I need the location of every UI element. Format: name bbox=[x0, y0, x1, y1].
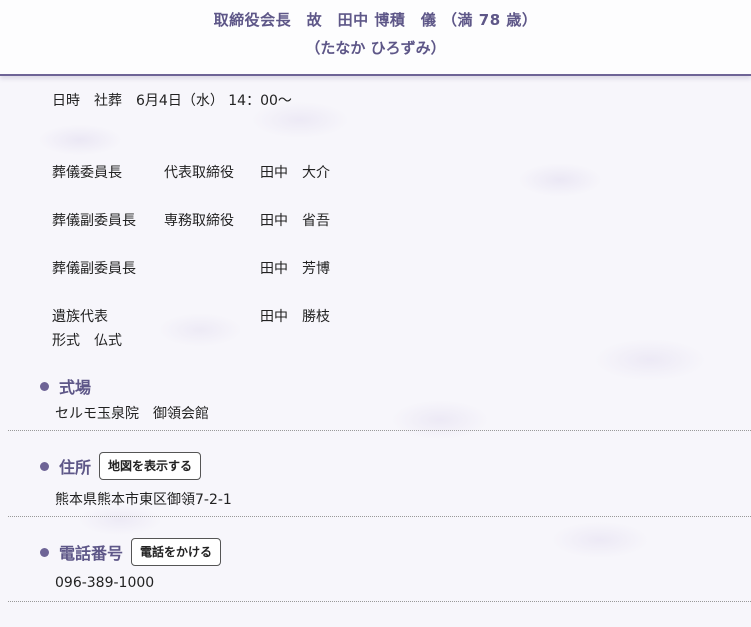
divider bbox=[8, 601, 751, 602]
role-label: 葬儀委員長 bbox=[52, 165, 122, 181]
role-label: 葬儀副委員長 bbox=[52, 213, 136, 229]
bullet-icon bbox=[40, 381, 49, 391]
page-header: 取締役会長 故 田中 博積 儀 （満 78 歳） （たなか ひろずみ） bbox=[0, 0, 751, 76]
divider bbox=[8, 430, 751, 431]
address-value: 熊本県熊本市東区御領7-2-1 bbox=[55, 492, 232, 508]
deceased-title: 取締役会長 故 田中 博積 儀 （満 78 歳） bbox=[213, 11, 538, 29]
role-name: 田中 勝枝 bbox=[260, 309, 330, 325]
bullet-icon bbox=[40, 547, 49, 557]
datetime-text: 日時 社葬 6月4日（水） 14：00～ bbox=[52, 93, 292, 109]
address-heading: 住所 地図を表示する bbox=[40, 452, 202, 480]
phone-label: 電話番号 bbox=[59, 544, 124, 563]
bullet-icon bbox=[40, 461, 49, 471]
venue-value: セルモ玉泉院 御領会館 bbox=[55, 406, 209, 422]
ceremony-form: 形式 仏式 bbox=[52, 333, 122, 349]
venue-label: 式場 bbox=[59, 378, 92, 397]
role-name: 田中 芳博 bbox=[260, 261, 330, 277]
role-name: 田中 大介 bbox=[260, 165, 330, 181]
venue-heading: 式場 bbox=[40, 374, 91, 398]
role-label: 葬儀副委員長 bbox=[52, 261, 136, 277]
phone-value: 096-389-1000 bbox=[55, 575, 155, 591]
phone-heading: 電話番号 電話をかける bbox=[40, 538, 222, 566]
role-title: 専務取締役 bbox=[164, 213, 234, 229]
show-map-button[interactable]: 地図を表示する bbox=[99, 452, 202, 480]
address-label: 住所 bbox=[59, 458, 92, 477]
role-name: 田中 省吾 bbox=[260, 213, 330, 229]
deceased-reading: （たなか ひろずみ） bbox=[305, 39, 446, 57]
call-button[interactable]: 電話をかける bbox=[131, 538, 222, 566]
divider bbox=[8, 516, 751, 517]
role-title: 代表取締役 bbox=[164, 165, 234, 181]
role-label: 遺族代表 bbox=[52, 309, 108, 325]
